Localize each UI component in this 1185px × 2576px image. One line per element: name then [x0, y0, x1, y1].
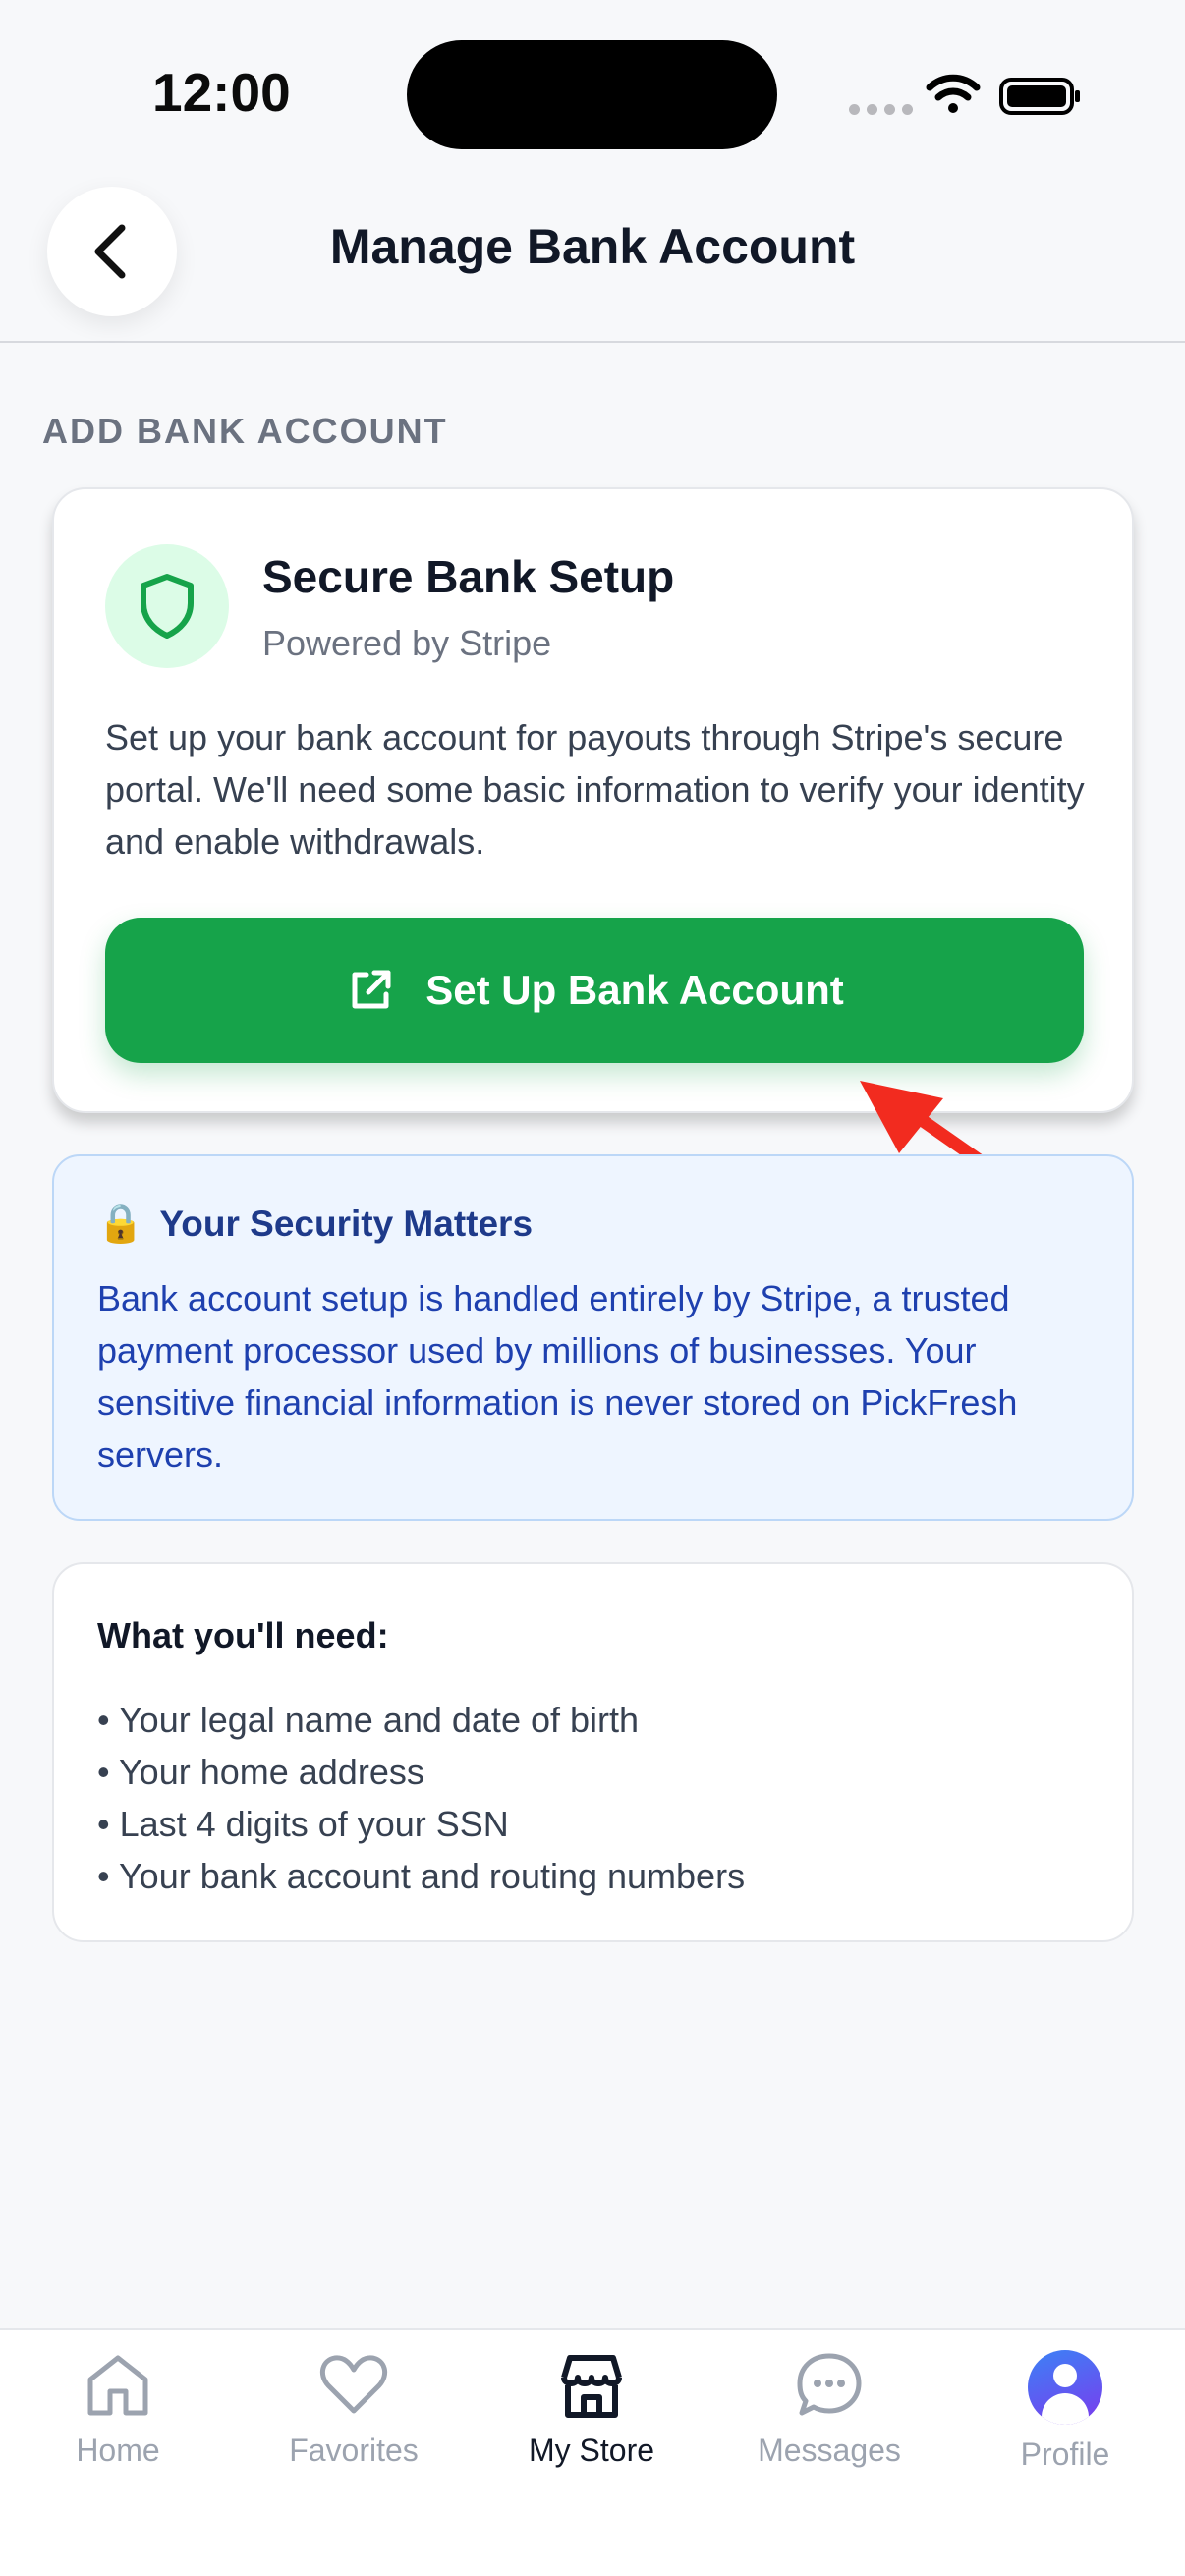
status-bar: 12:00	[0, 0, 1185, 187]
dynamic-island	[407, 40, 777, 149]
battery-icon	[999, 78, 1080, 115]
tab-favorites-label: Favorites	[289, 2433, 419, 2468]
tab-favorites[interactable]: Favorites	[236, 2350, 472, 2497]
security-title-text: Your Security Matters	[159, 1204, 534, 1244]
bottom-tab-bar: Home Favorites My Store Messages Profile	[0, 2328, 1185, 2576]
store-icon	[561, 2355, 622, 2418]
chat-icon	[797, 2353, 862, 2416]
tab-my-store-label: My Store	[528, 2433, 655, 2468]
secure-bank-setup-card: Secure Bank Setup Powered by Stripe Set …	[52, 487, 1134, 1113]
security-description: Bank account setup is handled entirely b…	[97, 1278, 1018, 1475]
card-title: Secure Bank Setup	[262, 551, 675, 602]
wifi-icon	[926, 74, 981, 113]
requirement-item: Last 4 digits of your SSN	[97, 1798, 745, 1850]
manage-bank-account-screen: 12:00 Manage Bank Account ADD BANK ACCOU…	[0, 0, 1185, 2576]
status-time: 12:00	[152, 62, 291, 123]
tab-profile[interactable]: Profile	[947, 2350, 1183, 2497]
tab-messages-label: Messages	[758, 2433, 901, 2468]
shield-icon	[141, 574, 194, 639]
security-notice-card: 🔒 Your Security Matters Bank account set…	[52, 1154, 1134, 1521]
tab-home[interactable]: Home	[0, 2350, 236, 2497]
requirements-title: What you'll need:	[97, 1615, 389, 1655]
requirements-card: What you'll need: Your legal name and da…	[52, 1562, 1134, 1942]
tab-profile-label: Profile	[1020, 2436, 1110, 2472]
security-title: 🔒 Your Security Matters	[97, 1204, 533, 1245]
requirement-item: Your legal name and date of birth	[97, 1694, 745, 1746]
set-up-bank-account-button[interactable]: Set Up Bank Account	[105, 918, 1084, 1063]
cellular-signal-icon	[849, 104, 913, 115]
lock-icon: 🔒	[97, 1204, 144, 1245]
shield-badge	[105, 544, 229, 668]
page-title: Manage Bank Account	[329, 219, 856, 274]
external-link-icon	[352, 970, 391, 1009]
set-up-bank-account-label: Set Up Bank Account	[425, 967, 844, 1013]
home-icon	[87, 2355, 148, 2416]
tab-messages[interactable]: Messages	[711, 2350, 947, 2497]
section-label: ADD BANK ACCOUNT	[42, 411, 448, 451]
heart-icon	[319, 2355, 388, 2414]
tab-home-label: Home	[76, 2433, 160, 2468]
card-subtitle: Powered by Stripe	[262, 623, 552, 663]
header: Manage Bank Account	[0, 187, 1185, 343]
requirement-item: Your home address	[97, 1746, 745, 1798]
tab-my-store[interactable]: My Store	[474, 2350, 709, 2497]
avatar-icon	[1028, 2350, 1102, 2425]
requirements-list: Your legal name and date of birth Your h…	[97, 1694, 745, 1902]
requirement-item: Your bank account and routing numbers	[97, 1850, 745, 1902]
card-description: Set up your bank account for payouts thr…	[105, 717, 1085, 862]
